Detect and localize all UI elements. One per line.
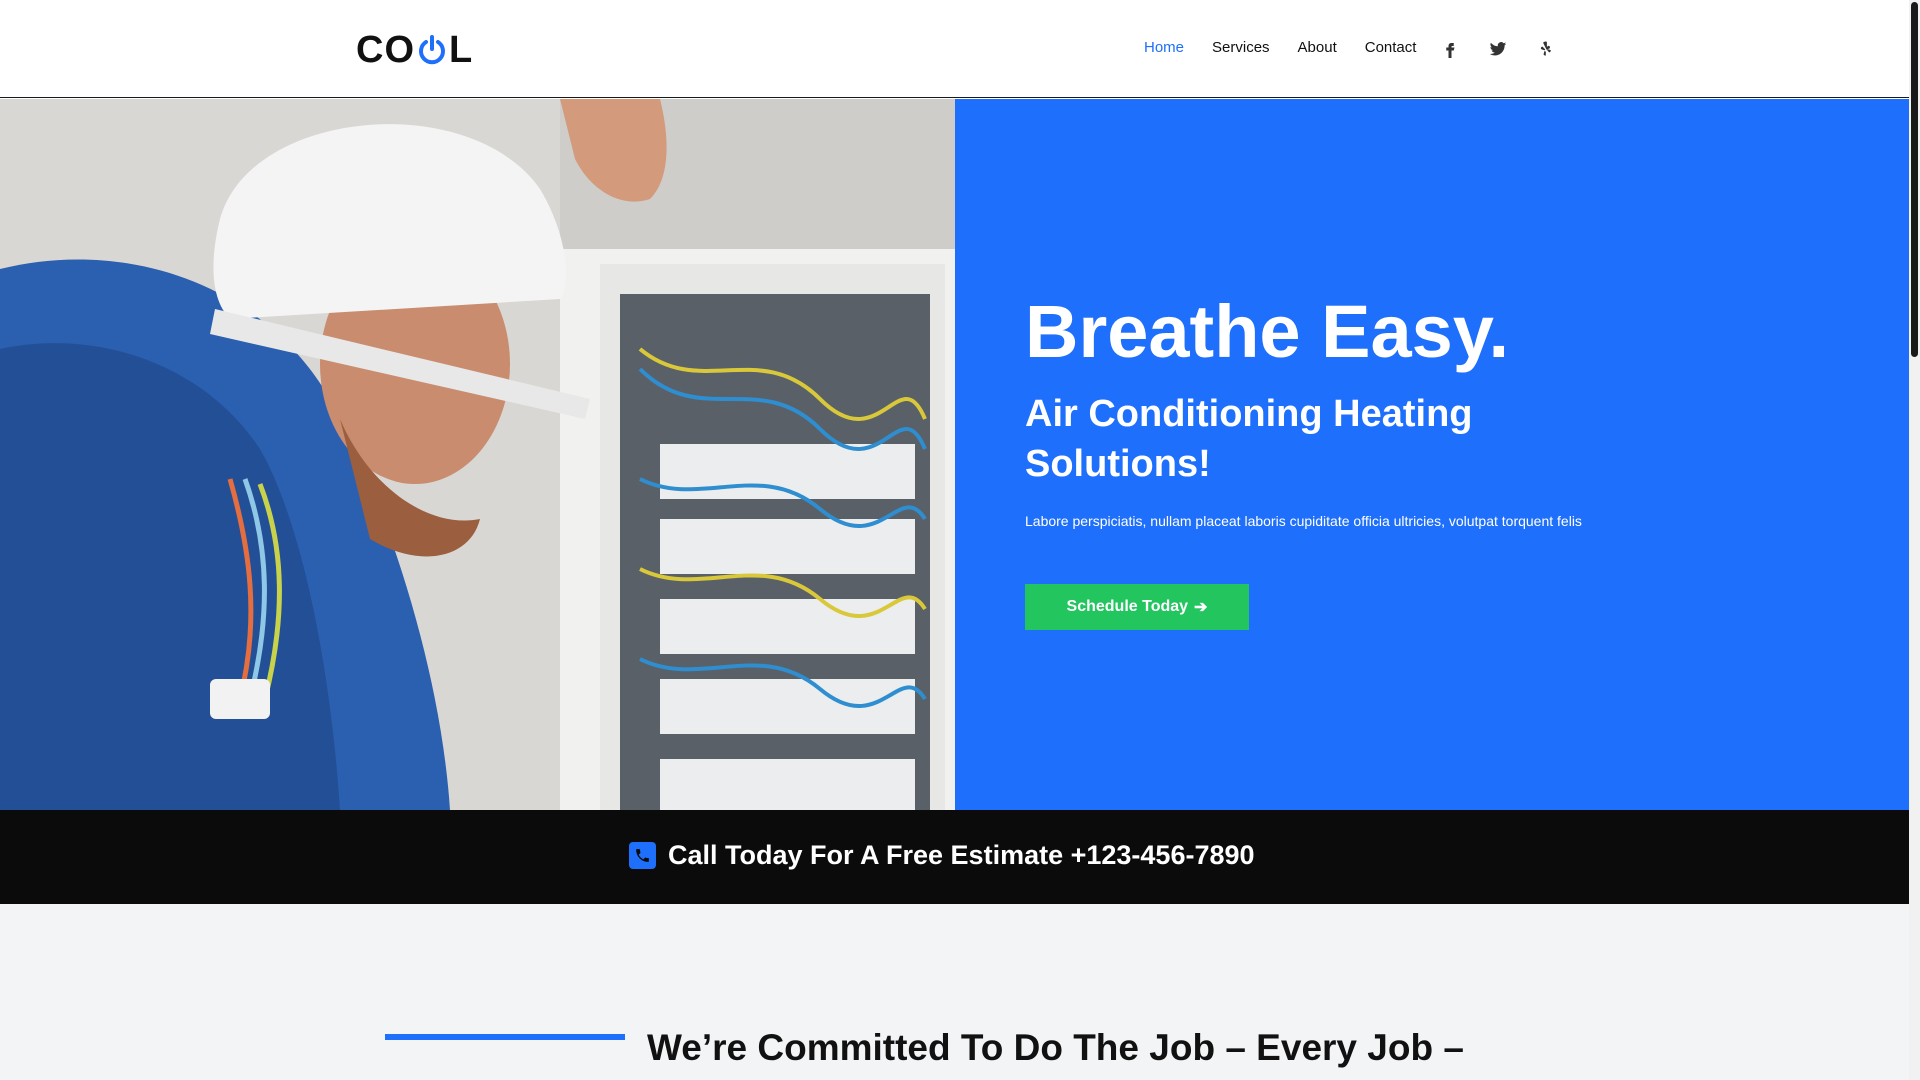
- logo-text-right: L: [449, 28, 474, 71]
- arrow-right-icon: ➔: [1194, 599, 1208, 616]
- nav-services[interactable]: Services: [1212, 39, 1270, 56]
- hero-description: Labore perspiciatis, nullam placeat labo…: [1025, 513, 1582, 529]
- cta-label: Schedule Today: [1066, 598, 1189, 615]
- hero-title: Breathe Easy.: [1025, 290, 1509, 373]
- call-bar: Call Today For A Free Estimate +123-456-…: [0, 810, 1909, 904]
- hero-subtitle: Air Conditioning Heating Solutions!: [1025, 393, 1473, 485]
- hero-image-electrician: [0, 99, 955, 810]
- power-icon: [419, 35, 445, 65]
- twitter-icon[interactable]: [1486, 37, 1510, 61]
- site-header: CO L Home Services About Contact: [0, 0, 1909, 98]
- schedule-today-button[interactable]: Schedule Today ➔: [1025, 584, 1249, 630]
- yelp-icon[interactable]: [1534, 37, 1558, 61]
- nav-home[interactable]: Home: [1144, 39, 1184, 56]
- commitment-title: We’re Committed To Do The Job – Every Jo…: [647, 1027, 1464, 1068]
- section-accent-line: [385, 1034, 625, 1040]
- logo-text-left: CO: [356, 28, 415, 71]
- nav-about[interactable]: About: [1298, 39, 1337, 56]
- commitment-section: We’re Committed To Do The Job – Every Jo…: [0, 904, 1909, 1080]
- call-bar-content[interactable]: Call Today For A Free Estimate +123-456-…: [629, 840, 1255, 871]
- facebook-icon[interactable]: [1438, 37, 1462, 61]
- phone-icon: [629, 842, 656, 869]
- main-nav: Home Services About Contact: [1144, 39, 1444, 56]
- social-links: [1438, 37, 1582, 61]
- logo[interactable]: CO L: [356, 28, 474, 71]
- hero-panel: Breathe Easy. Air Conditioning Heating S…: [955, 99, 1909, 810]
- nav-contact[interactable]: Contact: [1365, 39, 1417, 56]
- call-estimate-text: Call Today For A Free Estimate +123-456-…: [668, 840, 1255, 870]
- page-scrollbar[interactable]: [1909, 0, 1920, 1080]
- electrician-illustration: [0, 99, 955, 810]
- scrollbar-thumb[interactable]: [1911, 2, 1918, 357]
